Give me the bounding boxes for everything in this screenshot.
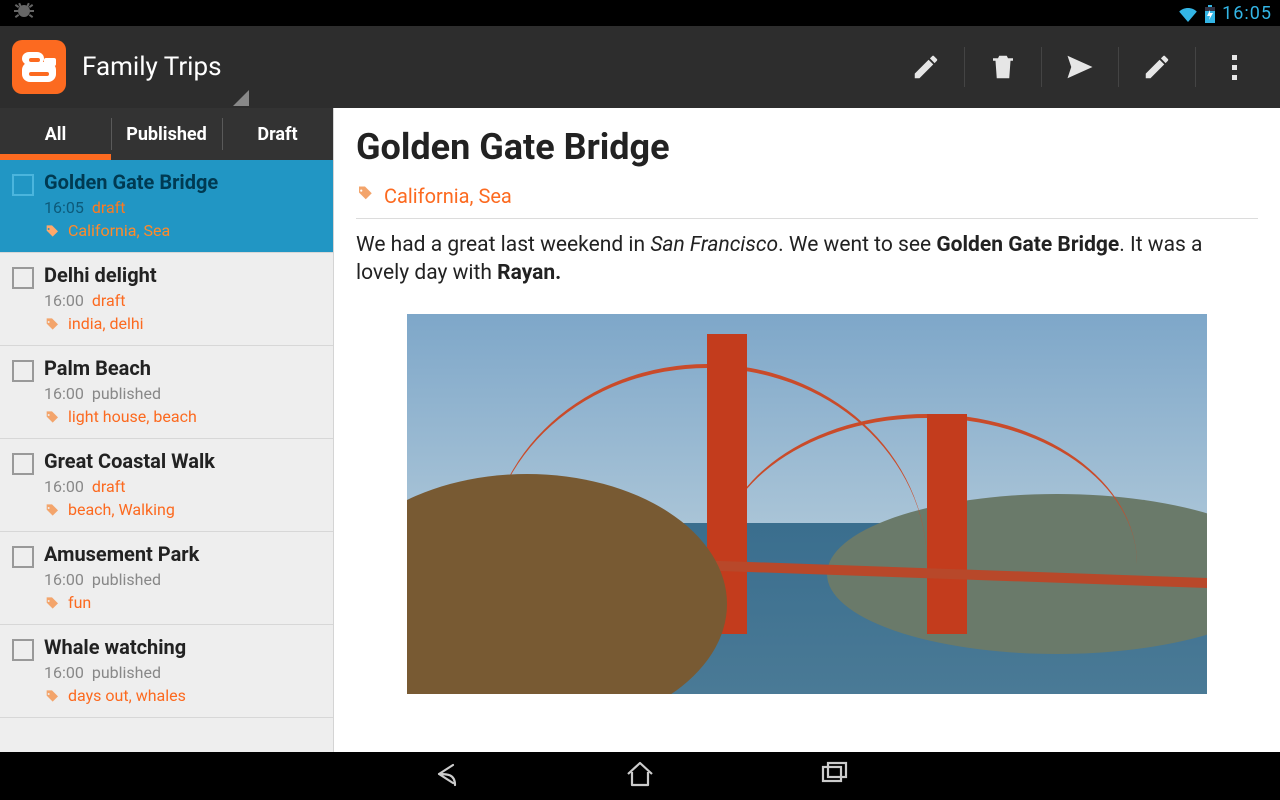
app-logo [12,40,66,94]
android-nav-bar [0,752,1280,800]
tag-icon [44,500,60,519]
list-item-tags: beach, Walking [44,500,321,519]
dropdown-indicator-icon [233,90,249,106]
overflow-menu-button[interactable] [1196,26,1272,108]
overflow-icon [1232,55,1237,80]
list-item[interactable]: Golden Gate Bridge 16:05draft California, … [0,160,333,253]
list-item-meta: 16:00published [44,570,321,589]
list-item-tags: india, delhi [44,314,321,333]
tag-icon [44,686,60,705]
post-body: We had a great last weekend in San Franc… [356,231,1258,288]
post-list[interactable]: Golden Gate Bridge 16:05draft California, … [0,160,333,752]
list-item-title: Great Coastal Walk [44,449,321,473]
battery-icon [1204,3,1216,23]
list-item[interactable]: Whale watching 16:00published days out, wh… [0,625,333,718]
list-item-meta: 16:00draft [44,291,321,310]
list-item[interactable]: Great Coastal Walk 16:00draft beach, Walki… [0,439,333,532]
list-item-title: Golden Gate Bridge [44,170,321,194]
android-status-bar: 16:05 [0,0,1280,26]
tag-icon [44,407,60,426]
nav-back-button[interactable] [429,757,463,795]
list-item-tags: fun [44,593,321,612]
tag-icon [356,184,374,208]
checkbox[interactable] [12,639,34,661]
status-time: 16:05 [1222,3,1272,24]
list-item-tags: light house, beach [44,407,321,426]
post-title: Golden Gate Bridge [356,126,1258,168]
list-item-tags: days out, whales [44,686,321,705]
list-item[interactable]: Palm Beach 16:00published light house, bea… [0,346,333,439]
action-bar: Family Trips [0,26,1280,108]
list-item-title: Delhi delight [44,263,321,287]
post-list-pane: All Published Draft Golden Gate Bridge 16… [0,108,334,752]
blog-spinner[interactable]: Family Trips [0,26,251,108]
debug-icon [8,1,36,25]
compose-button[interactable] [1119,26,1195,108]
tag-icon [44,593,60,612]
delete-button[interactable] [965,26,1041,108]
list-item-title: Amusement Park [44,542,321,566]
list-item[interactable]: Delhi delight 16:00draft india, delhi [0,253,333,346]
nav-home-button[interactable] [623,757,657,795]
publish-button[interactable] [1042,26,1118,108]
checkbox[interactable] [12,267,34,289]
checkbox[interactable] [12,174,34,196]
list-item[interactable]: Amusement Park 16:00published fun [0,532,333,625]
tag-icon [44,314,60,333]
list-item-meta: 16:00published [44,663,321,682]
checkbox[interactable] [12,546,34,568]
list-item-tags: California, Sea [44,221,321,240]
checkbox[interactable] [12,360,34,382]
nav-recents-button[interactable] [817,757,851,795]
checkbox[interactable] [12,453,34,475]
tab-all[interactable]: All [0,108,111,160]
tab-published[interactable]: Published [111,108,222,160]
filter-tabs: All Published Draft [0,108,333,160]
post-tags-row: California, Sea [356,184,1258,219]
tag-icon [44,221,60,240]
list-item-title: Palm Beach [44,356,321,380]
list-item-title: Whale watching [44,635,321,659]
post-detail-pane: Golden Gate Bridge California, Sea We ha… [334,108,1280,752]
list-item-meta: 16:00draft [44,477,321,496]
list-item-meta: 16:00published [44,384,321,403]
wifi-icon [1178,4,1198,23]
tab-draft[interactable]: Draft [222,108,333,160]
edit-button[interactable] [888,26,964,108]
post-tags-text: California, Sea [384,184,512,208]
list-item-meta: 16:05draft [44,198,321,217]
blog-title: Family Trips [82,52,221,82]
post-image [407,314,1207,694]
